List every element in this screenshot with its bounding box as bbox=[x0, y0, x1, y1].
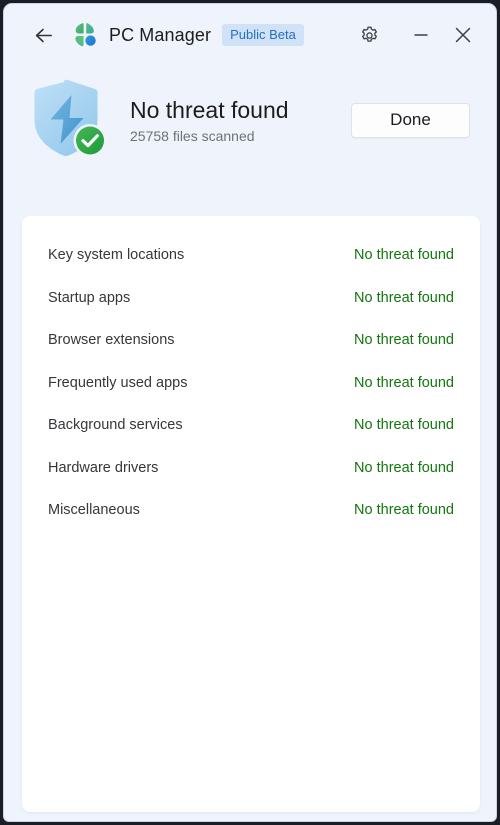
page-title: PC Manager bbox=[109, 24, 212, 45]
back-button[interactable] bbox=[26, 18, 60, 52]
table-row: Browser extensions No threat found bbox=[22, 319, 480, 362]
scan-item-status: No threat found bbox=[354, 332, 454, 349]
close-icon bbox=[455, 27, 471, 43]
scan-results-card: Key system locations No threat found Start… bbox=[22, 216, 480, 812]
close-button[interactable] bbox=[442, 15, 484, 55]
pc-manager-window: PC Manager Public Beta No threat found 2… bbox=[3, 3, 497, 822]
scan-item-label: Browser extensions bbox=[48, 332, 175, 349]
table-row: Key system locations No threat found bbox=[22, 234, 480, 277]
table-row: Frequently used apps No threat found bbox=[22, 362, 480, 405]
scan-item-label: Startup apps bbox=[48, 289, 131, 306]
scan-item-status: No threat found bbox=[354, 459, 454, 476]
shield-status-icon bbox=[30, 78, 108, 162]
arrow-left-icon bbox=[35, 28, 52, 42]
scan-status-title: No threat found bbox=[130, 97, 289, 124]
scan-item-label: Miscellaneous bbox=[48, 502, 140, 519]
files-scanned-label: 25758 files scanned bbox=[130, 127, 255, 144]
settings-button[interactable] bbox=[348, 15, 390, 55]
table-row: Hardware drivers No threat found bbox=[22, 447, 480, 490]
table-row: Background services No threat found bbox=[22, 404, 480, 447]
scan-item-status: No threat found bbox=[354, 502, 454, 519]
gear-icon bbox=[361, 26, 377, 42]
table-row: Miscellaneous No threat found bbox=[22, 489, 480, 532]
minimize-icon bbox=[414, 34, 428, 36]
minimize-button[interactable] bbox=[400, 15, 442, 55]
title-bar: PC Manager Public Beta bbox=[4, 4, 496, 66]
scan-results-list: Key system locations No threat found Start… bbox=[22, 216, 480, 532]
scan-item-status: No threat found bbox=[354, 289, 454, 306]
scan-item-status: No threat found bbox=[354, 247, 454, 264]
scan-item-label: Hardware drivers bbox=[48, 459, 159, 476]
scan-item-label: Key system locations bbox=[48, 247, 185, 264]
pc-manager-logo-icon bbox=[72, 22, 98, 48]
scan-summary-header: No threat found 25758 files scanned Done bbox=[4, 66, 496, 174]
done-button[interactable]: Done bbox=[351, 102, 470, 138]
scan-item-status: No threat found bbox=[354, 374, 454, 391]
scan-item-label: Background services bbox=[48, 417, 183, 434]
scan-item-label: Frequently used apps bbox=[48, 374, 188, 391]
scan-item-status: No threat found bbox=[354, 417, 454, 434]
summary-text-block: No threat found 25758 files scanned bbox=[130, 96, 351, 143]
public-beta-badge: Public Beta bbox=[222, 24, 304, 46]
table-row: Startup apps No threat found bbox=[22, 277, 480, 320]
